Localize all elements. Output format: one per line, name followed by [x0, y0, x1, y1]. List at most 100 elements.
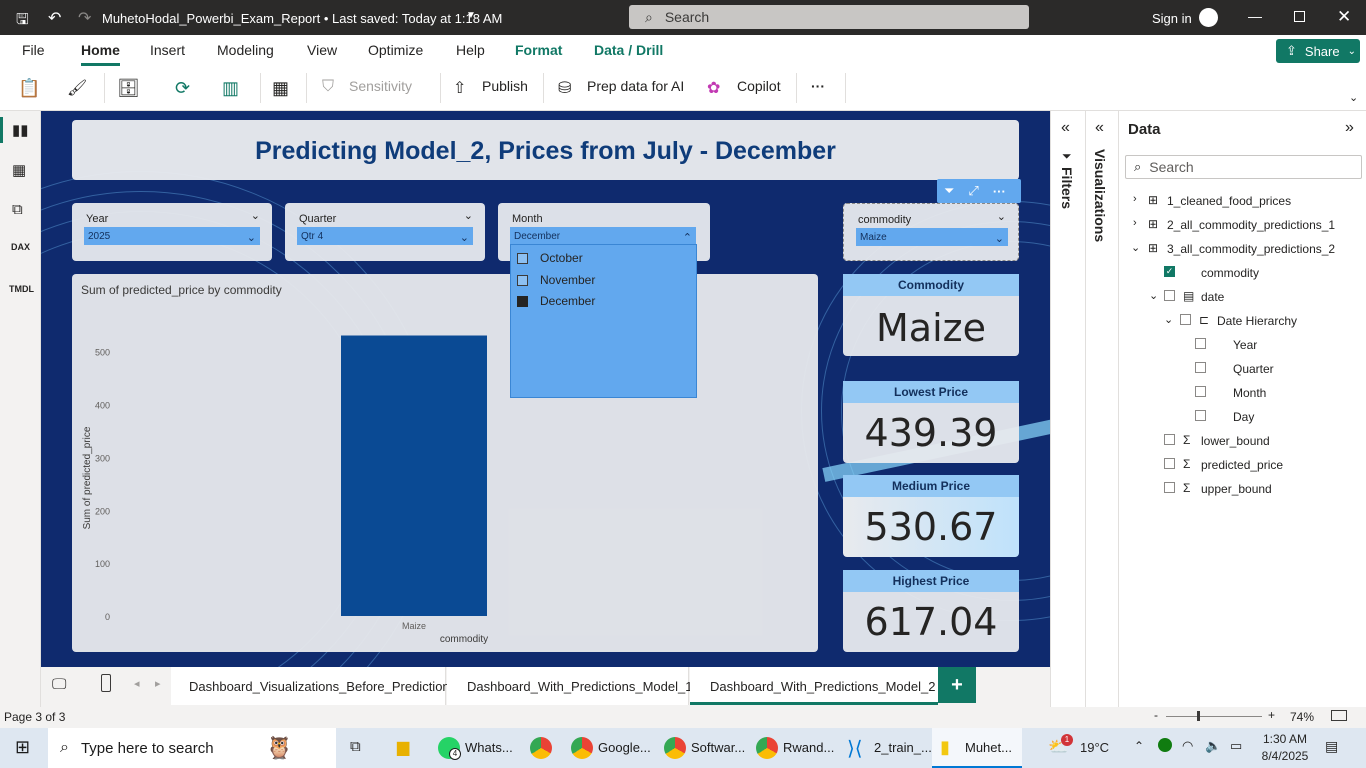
zoom-slider-thumb[interactable]	[1197, 711, 1200, 721]
checkbox-icon[interactable]	[1195, 386, 1206, 397]
checkbox-icon[interactable]	[517, 274, 528, 286]
field-item[interactable]: date	[1201, 290, 1224, 304]
copilot-button[interactable]: Copilot	[737, 78, 781, 94]
model-view-icon[interactable]: ⧉	[12, 201, 23, 218]
calculator-icon[interactable]: ▦	[272, 78, 289, 99]
chevron-down-icon[interactable]: ⌄	[1164, 313, 1173, 326]
paste-icon[interactable]: 📋	[18, 78, 40, 99]
wifi-icon[interactable]: ◠	[1182, 738, 1193, 754]
filters-pane[interactable]: « ⏷ Filters	[1050, 111, 1085, 707]
field-item[interactable]: lower_bound	[1201, 434, 1270, 448]
month-option-october[interactable]: October	[517, 251, 583, 265]
save-icon[interactable]: 🖫	[16, 9, 29, 34]
expand-visualizations-icon[interactable]: «	[1095, 119, 1104, 137]
visualizations-pane[interactable]: « Visualizations	[1085, 111, 1118, 707]
taskbar-app-rwanda[interactable]: Rwand...	[783, 740, 834, 755]
add-page-button[interactable]: +	[938, 667, 976, 703]
battery-icon[interactable]: ▭	[1230, 738, 1242, 754]
dax-query-icon[interactable]: DAX	[11, 242, 30, 252]
minimize-icon[interactable]: —	[1248, 8, 1262, 24]
checkbox-icon[interactable]	[1164, 434, 1175, 445]
bar-chart-visual[interactable]: Sum of predicted_price by commodity 0 100…	[72, 274, 818, 652]
tab-insert[interactable]: Insert	[150, 42, 185, 58]
search-box[interactable]: ⌕ Search	[629, 5, 1029, 29]
zoom-out-icon[interactable]: -	[1154, 708, 1158, 722]
commodity-slicer[interactable]: commodity ⌄ Maize ⌄	[843, 203, 1019, 261]
table-item[interactable]: 1_cleaned_food_prices	[1167, 194, 1291, 208]
page-tab-3[interactable]: Dashboard_With_Predictions_Model_2	[690, 667, 938, 705]
chevron-right-icon[interactable]: ›	[1133, 193, 1137, 205]
checkbox-checked-icon[interactable]: ✓	[1164, 266, 1175, 277]
collapse-ribbon-icon[interactable]: ⌄	[1349, 91, 1358, 104]
chevron-down-icon[interactable]: ⌄	[251, 209, 260, 222]
taskbar-app-software[interactable]: Softwar...	[691, 740, 745, 755]
table-view-icon[interactable]: ▦	[12, 161, 26, 179]
chrome-icon[interactable]	[756, 737, 778, 759]
prev-page-icon[interactable]: ◂	[134, 677, 140, 690]
tmdl-view-icon[interactable]: TMDL	[9, 284, 34, 294]
more-options-icon[interactable]: ···	[993, 184, 1006, 199]
more-options-button[interactable]: ···	[811, 78, 825, 94]
notifications-icon[interactable]: ▤	[1325, 738, 1338, 755]
taskbar-app-whatsapp[interactable]: Whats...	[465, 740, 513, 755]
medium-price-card[interactable]: Medium Price 530.67	[843, 475, 1019, 557]
format-painter-icon[interactable]: 🖌	[67, 78, 87, 98]
checkbox-icon[interactable]	[1164, 458, 1175, 469]
commodity-card[interactable]: Commodity Maize	[843, 274, 1019, 356]
tab-data-drill[interactable]: Data / Drill	[594, 42, 663, 58]
chevron-up-icon[interactable]: ⌃	[1134, 739, 1144, 753]
task-view-icon[interactable]: ⧉	[350, 738, 361, 755]
prep-data-button[interactable]: Prep data for AI	[587, 78, 684, 94]
field-item[interactable]: upper_bound	[1201, 482, 1272, 496]
quarter-slicer[interactable]: Quarter ⌄ Qtr 4 ⌄	[285, 203, 485, 261]
field-item[interactable]: predicted_price	[1201, 458, 1283, 472]
chrome-icon[interactable]	[571, 737, 593, 759]
close-icon[interactable]: ✕	[1337, 7, 1351, 27]
chevron-down-icon[interactable]: ▼	[466, 10, 476, 21]
desktop-layout-icon[interactable]: 🖵	[52, 676, 66, 693]
year-dropdown[interactable]: 2025 ⌄	[84, 227, 260, 245]
clock-date[interactable]: 8/4/2025	[1258, 749, 1312, 763]
vscode-icon[interactable]: ⟩⟨	[847, 736, 863, 761]
quarter-dropdown[interactable]: Qtr 4 ⌄	[297, 227, 473, 245]
account-icon[interactable]	[1199, 8, 1218, 27]
zoom-in-icon[interactable]: +	[1268, 708, 1275, 722]
page-tab-2[interactable]: Dashboard_With_Predictions_Model_1	[447, 667, 692, 705]
sign-in-link[interactable]: Sign in	[1152, 11, 1192, 26]
fit-to-page-icon[interactable]	[1331, 710, 1347, 721]
expand-filters-icon[interactable]: «	[1061, 119, 1070, 137]
year-slicer[interactable]: Year ⌄ 2025 ⌄	[72, 203, 272, 261]
file-explorer-icon[interactable]: ▆	[397, 737, 409, 757]
chrome-icon[interactable]	[530, 737, 552, 759]
month-option-november[interactable]: November	[517, 273, 595, 287]
filters-label[interactable]: Filters	[1059, 167, 1075, 209]
clock-time[interactable]: 1:30 AM	[1258, 732, 1312, 746]
filter-icon[interactable]: ⏷	[944, 183, 954, 199]
weather-temp[interactable]: 19°C	[1080, 740, 1109, 755]
chevron-down-icon[interactable]: ⌄	[1131, 241, 1140, 254]
checkbox-icon[interactable]	[1180, 314, 1191, 325]
tab-modeling[interactable]: Modeling	[217, 42, 274, 58]
tab-optimize[interactable]: Optimize	[368, 42, 423, 58]
tab-format[interactable]: Format	[515, 42, 562, 58]
checkbox-icon[interactable]	[1195, 338, 1206, 349]
bar[interactable]	[341, 335, 487, 616]
month-dropdown-list[interactable]: October November December	[510, 244, 697, 398]
next-page-icon[interactable]: ▸	[155, 677, 161, 690]
chevron-down-icon[interactable]: ⌄	[997, 210, 1006, 223]
share-button[interactable]: ⇪ Share ⌄	[1276, 39, 1360, 63]
volume-icon[interactable]: 🔈	[1205, 738, 1221, 754]
lowest-price-card[interactable]: Lowest Price 439.39	[843, 381, 1019, 463]
refresh-icon[interactable]: ⟳	[175, 78, 190, 99]
highest-price-card[interactable]: Highest Price 617.04	[843, 570, 1019, 652]
field-item[interactable]: Day	[1233, 410, 1254, 424]
taskbar-app-vscode[interactable]: 2_train_...	[874, 740, 932, 755]
chevron-down-icon[interactable]: ⌄	[1149, 289, 1158, 302]
checkbox-icon[interactable]	[1164, 482, 1175, 493]
field-item[interactable]: Quarter	[1233, 362, 1274, 376]
security-icon[interactable]	[1158, 738, 1172, 752]
windows-start-icon[interactable]: ⊞	[15, 737, 30, 758]
table-item[interactable]: 3_all_commodity_predictions_2	[1167, 242, 1335, 256]
chevron-down-icon[interactable]: ⌄	[464, 209, 473, 222]
checkbox-icon[interactable]	[1164, 290, 1175, 301]
